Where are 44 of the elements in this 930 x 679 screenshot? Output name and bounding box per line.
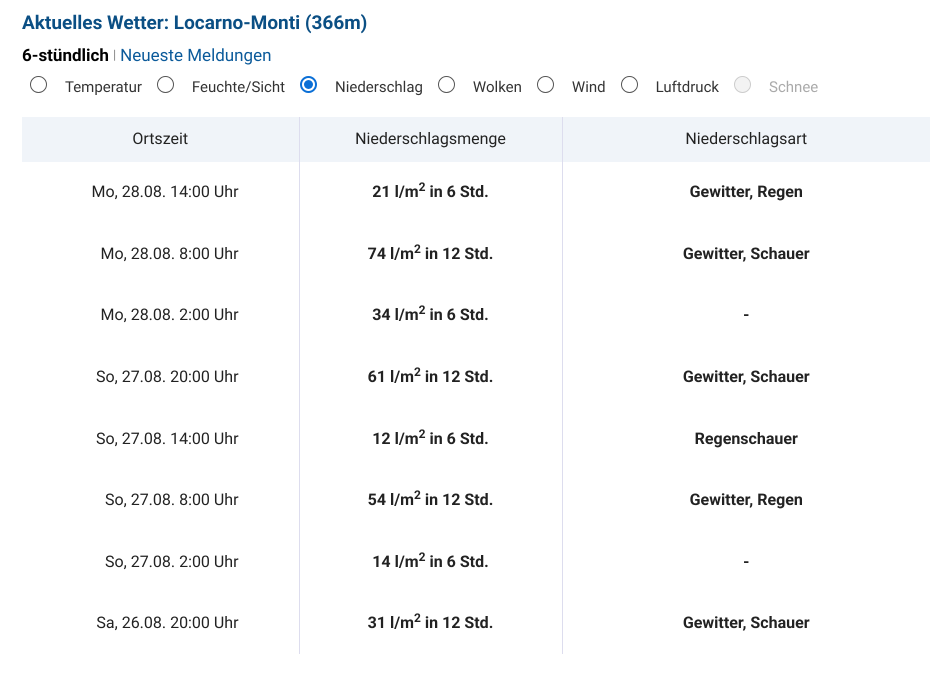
radio-button[interactable] xyxy=(620,76,638,93)
radio-label: Wind xyxy=(572,77,606,98)
table-cell: Gewitter, Schauer xyxy=(562,223,930,285)
column-header: Niederschlagsmenge xyxy=(299,116,562,162)
view-link[interactable]: Neueste Meldungen xyxy=(120,44,272,68)
table-cell: 54 l/m$^{2}$ in 12 Std. xyxy=(299,469,562,532)
table-cell: 14 l/m$^{2}$ in 6 Std. xyxy=(299,531,562,593)
table-cell: Gewitter, Regen xyxy=(562,162,930,224)
table-cell: So, 27.08. 8:00 Uhr xyxy=(22,469,299,532)
table-cell: So, 27.08. 20:00 Uhr xyxy=(22,346,299,408)
table-cell: Mo, 28.08. 2:00 Uhr xyxy=(22,284,299,346)
radio-button[interactable] xyxy=(438,76,455,93)
table-cell: 34 l/m$^{2}$ in 6 Std. xyxy=(299,284,562,346)
page-title: Aktuelles Wetter: Locarno-Monti (366m) xyxy=(22,10,368,36)
table-cell: 74 l/m$^{2}$ in 12 Std. xyxy=(299,223,562,285)
radio-label: Schnee xyxy=(769,77,818,98)
column-header: Ortszeit xyxy=(22,116,299,162)
table-cell: Gewitter, Schauer xyxy=(562,346,930,408)
table-cell: So, 27.08. 14:00 Uhr xyxy=(22,408,299,470)
table-cell: Gewitter, Regen xyxy=(562,469,930,532)
table-cell: 21 l/m$^{2}$ in 6 Std. xyxy=(299,162,562,224)
table-cell: Mo, 28.08. 8:00 Uhr xyxy=(22,223,299,285)
radio-label: Temperatur xyxy=(65,77,142,98)
table-cell: Regenschauer xyxy=(562,408,930,470)
table-cell: So, 27.08. 2:00 Uhr xyxy=(22,531,299,593)
table-cell: - xyxy=(562,284,930,346)
radio-label: Feuchte/Sicht xyxy=(192,77,286,98)
view-link[interactable]: 6-stündlich xyxy=(22,44,109,68)
radio-label: Luftdruck xyxy=(656,77,720,98)
radio-button[interactable] xyxy=(156,76,174,93)
table-cell: Mo, 28.08. 14:00 Uhr xyxy=(22,162,299,224)
table-cell: Sa, 26.08. 20:00 Uhr xyxy=(22,592,299,654)
radio-label: Niederschlag xyxy=(335,77,423,98)
radio-button[interactable] xyxy=(300,76,318,93)
radio-label: Wolken xyxy=(472,77,522,98)
radio-button[interactable] xyxy=(30,76,47,93)
table-cell: Gewitter, Schauer xyxy=(562,592,930,654)
table-cell: - xyxy=(562,531,930,593)
column-header: Niederschlagsart xyxy=(562,116,930,162)
radio-button[interactable] xyxy=(536,76,554,93)
table-cell: 12 l/m$^{2}$ in 6 Std. xyxy=(299,408,562,470)
table-cell: 31 l/m$^{2}$ in 12 Std. xyxy=(299,592,562,654)
table-cell: 61 l/m$^{2}$ in 12 Std. xyxy=(299,346,562,408)
separator: | xyxy=(112,47,116,65)
